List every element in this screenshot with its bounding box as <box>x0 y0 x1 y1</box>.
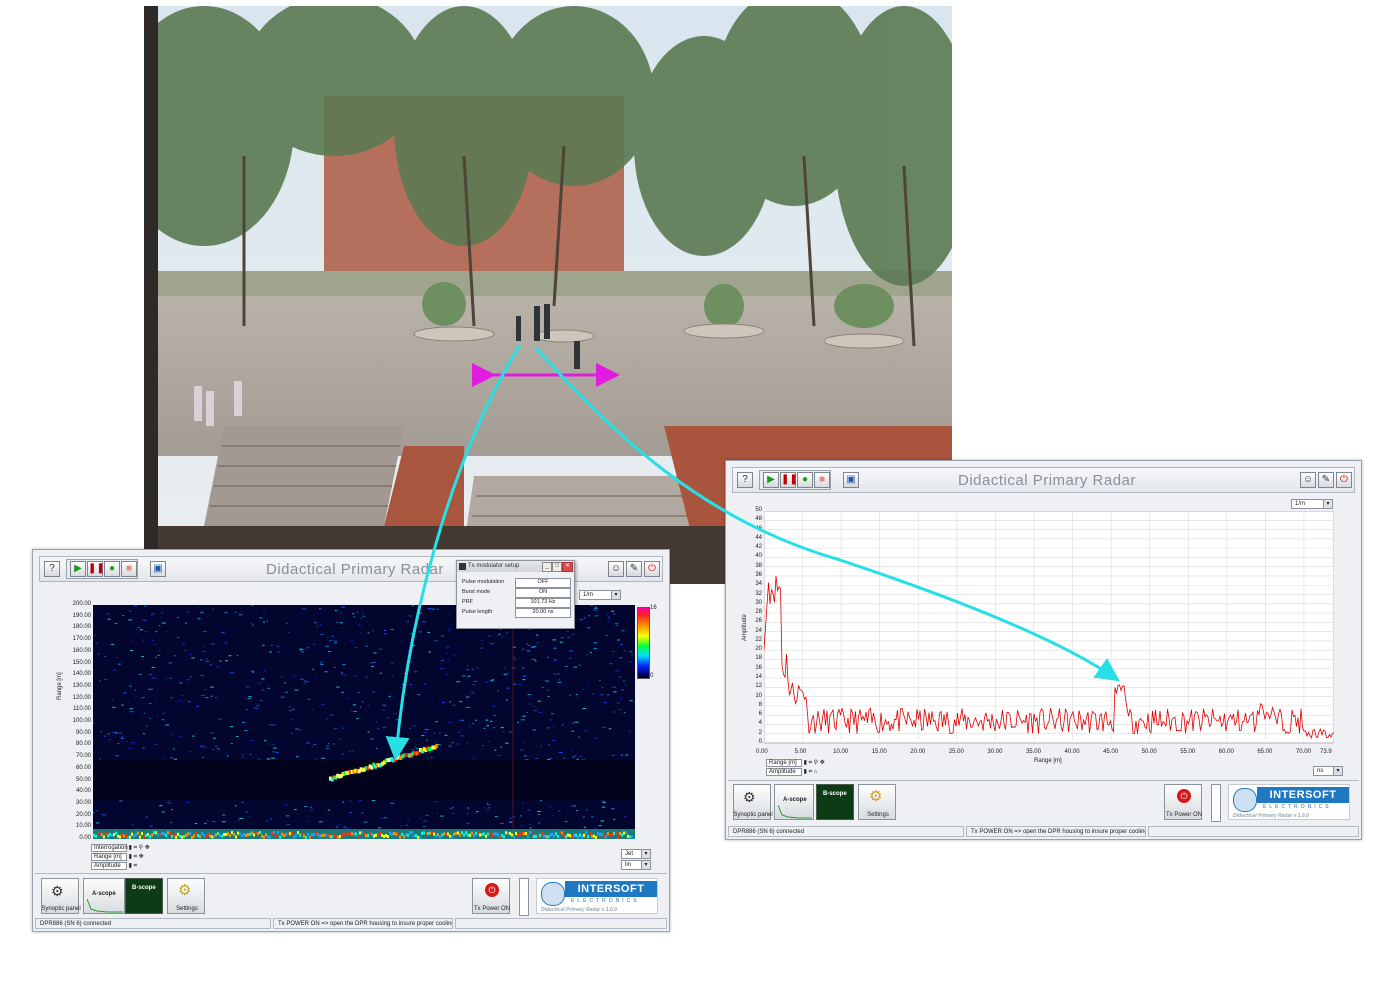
annotation-overlay <box>385 344 1120 761</box>
pointer-arrow-bscope <box>385 344 522 761</box>
pointer-arrow-ascope <box>534 346 1120 682</box>
